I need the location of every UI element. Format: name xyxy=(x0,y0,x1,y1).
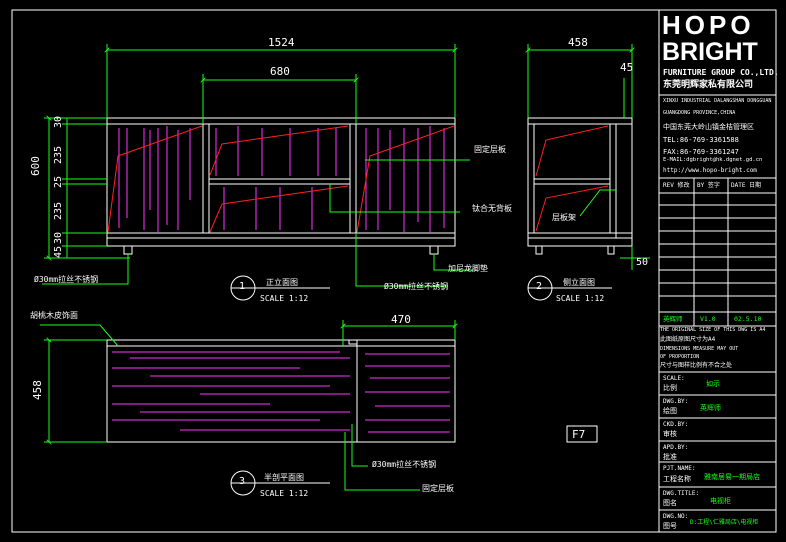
address-cn: 中国东莞大岭山镇金桔管理区 xyxy=(663,123,754,131)
field-no-val: D:工程\仁雅局店\电视柜 xyxy=(690,519,759,526)
note-3: DIMENSIONS MEASURE MAY OUT xyxy=(660,346,739,352)
dim-height: 600 xyxy=(29,156,42,176)
front-elevation xyxy=(106,117,456,255)
label-plan-tube: Ø30mm拉丝不锈钢 xyxy=(372,460,437,469)
by-header: BY 签字 xyxy=(697,182,720,189)
view-plan-title: 半剖平面图 xyxy=(264,473,304,482)
address-tel: TEL:86-769-3361588 xyxy=(663,136,739,144)
note-5: 尺寸与图样比例有不合之处 xyxy=(660,362,733,369)
address-fax: FAX:86-769-3361247 xyxy=(663,148,739,156)
note-2: 此图纸原图尺寸为A4 xyxy=(660,336,716,343)
dim-side-width: 458 xyxy=(568,36,588,49)
field-ttl-cn: 图名 xyxy=(663,499,677,507)
field-chk-cn: 审核 xyxy=(663,430,677,438)
view-side-scale: SCALE 1:12 xyxy=(556,294,605,303)
dim-plan-height: 458 xyxy=(31,380,44,400)
company-cn: 东莞明辉家私有限公司 xyxy=(663,80,754,90)
date-header: DATE 日期 xyxy=(731,182,762,189)
dim-235a: 235 xyxy=(53,145,64,164)
dim-side-top: 45 xyxy=(620,61,634,74)
field-dwn-val: 英辉师 xyxy=(700,404,721,412)
rev-header: REV 修改 xyxy=(663,182,690,189)
dim-front-width: 1524 xyxy=(268,36,295,49)
dim-25: 25 xyxy=(53,175,64,188)
address-web: http://www.hopo-bright.com xyxy=(663,167,757,174)
field-no-cn: 图号 xyxy=(663,522,677,530)
view-front-title: 正立面图 xyxy=(266,278,298,287)
field-apd-cn: 批准 xyxy=(663,453,677,461)
brand-logo-line1: HOPO xyxy=(662,10,755,40)
company-en: FURNITURE GROUP CO.,LTD. xyxy=(663,68,779,77)
dim-30b: 30 xyxy=(53,231,64,244)
field-chk-en: CKD.BY: xyxy=(663,421,689,428)
field-scale-cn: 比例 xyxy=(663,384,677,392)
dim-45: 45 xyxy=(53,245,64,258)
label-tube-front: Ø30mm拉丝不锈钢 xyxy=(384,282,449,291)
label-leg: 加尼龙脚垫 xyxy=(448,264,488,273)
address-en1: XINXU INDUSTRIAL DALANGSHAN DONGGUAN xyxy=(663,98,772,104)
field-apd-en: APD.BY: xyxy=(663,444,689,451)
dim-front-inner: 680 xyxy=(270,65,290,78)
label-shelf: 层板架 xyxy=(552,213,576,222)
sheet-border xyxy=(11,9,777,533)
note-1: THE ORIGINAL SIZE OF THIS DWG IS A4 xyxy=(660,327,766,333)
rev-date: 02.5.10 xyxy=(734,315,762,323)
rev-version: V1.0 xyxy=(700,315,716,323)
dim-plan-width: 470 xyxy=(391,313,411,326)
address-email: E-MAIL:dgbright@hk.dgnet.gd.cn xyxy=(663,157,763,163)
field-ttl-val: 电视柜 xyxy=(710,497,731,505)
field-scale-val: 如示 xyxy=(706,380,720,388)
dim-235b: 235 xyxy=(53,201,64,220)
dim-30a: 30 xyxy=(53,115,64,128)
note-4: OF PROPORTION xyxy=(660,354,700,360)
field-prj-cn: 工程名称 xyxy=(663,475,691,483)
view-side-title: 侧立面图 xyxy=(563,278,595,287)
view-side-num: 2 xyxy=(536,281,543,292)
field-dwn-cn: 绘图 xyxy=(663,407,677,415)
field-scale-en: SCALE: xyxy=(663,375,685,382)
label-tube-left: Ø30mm拉丝不锈钢 xyxy=(34,275,99,284)
view-front-num: 1 xyxy=(239,281,246,292)
label-fixed-shelf: 固定层板 xyxy=(474,145,506,154)
sheet-code: F7 xyxy=(572,428,586,441)
label-plan-shelf: 固定层板 xyxy=(422,484,454,493)
label-glass-door: 钛合无背板 xyxy=(472,204,512,213)
plan-view xyxy=(106,339,456,443)
field-prj-val: 雅南居易一期局店 xyxy=(704,473,760,481)
field-ttl-en: DWG.TITLE: xyxy=(663,490,700,497)
address-en2: GUANGDONG PROVINCE,CHINA xyxy=(663,110,736,116)
field-no-en: DWG.NO: xyxy=(663,513,689,520)
brand-logo-line2: BRIGHT xyxy=(662,38,758,66)
side-elevation xyxy=(527,117,633,255)
rev-designer: 英辉师 xyxy=(663,315,683,323)
field-prj-en: PJT.NAME: xyxy=(663,465,696,472)
label-plan-surface: 胡桃木皮饰面 xyxy=(30,311,78,320)
view-plan-num: 3 xyxy=(239,476,246,487)
view-front-scale: SCALE 1:12 xyxy=(260,294,309,303)
view-plan-scale: SCALE 1:12 xyxy=(260,489,309,498)
dim-side-bottom: 50 xyxy=(636,257,649,268)
field-dwn-en: DWG.BY: xyxy=(663,398,689,405)
